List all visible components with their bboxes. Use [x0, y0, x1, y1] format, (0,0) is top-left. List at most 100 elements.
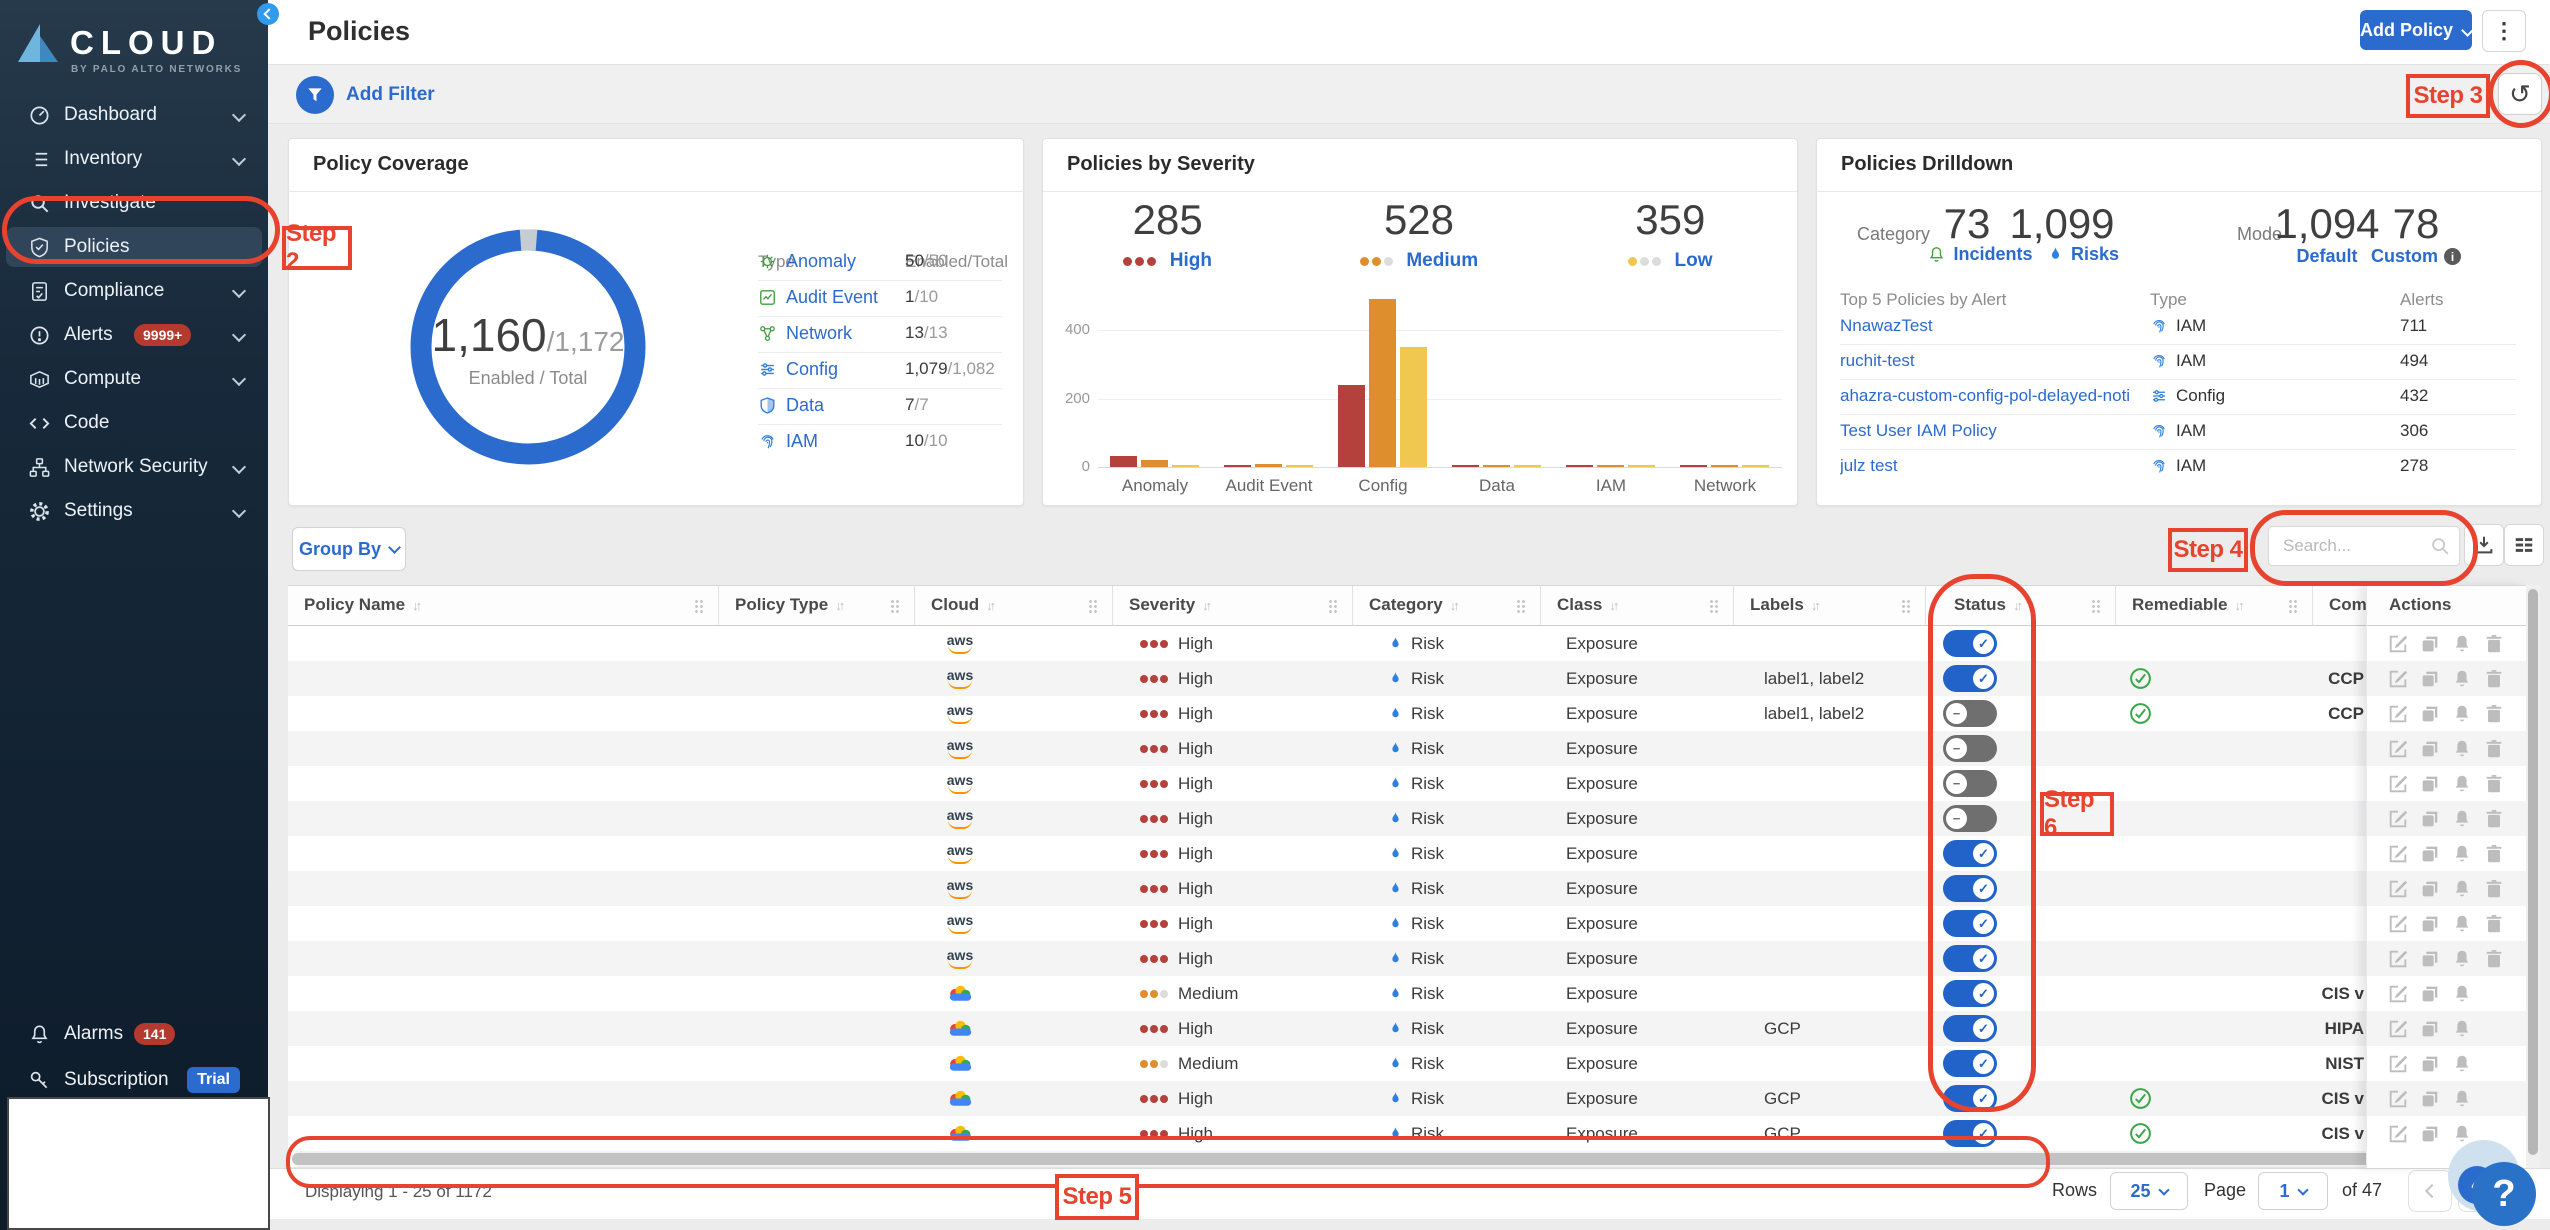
sidebar-item-dashboard[interactable]: Dashboard — [6, 95, 262, 135]
column-drag-handle[interactable] — [2288, 599, 2298, 614]
clone-icon[interactable] — [2419, 668, 2441, 690]
status-toggle[interactable]: ✓ — [1943, 1085, 1997, 1112]
policy-link[interactable]: NnawazTest — [1840, 316, 1933, 336]
edit-icon[interactable] — [2387, 633, 2409, 655]
coverage-type-link[interactable]: Anomaly — [786, 251, 856, 272]
clone-icon[interactable] — [2419, 738, 2441, 760]
sort-icon[interactable]: ↓↑ — [1202, 598, 1212, 613]
notify-bell-icon[interactable] — [2451, 948, 2473, 970]
coverage-type-link[interactable]: Data — [786, 395, 824, 416]
edit-icon[interactable] — [2387, 1088, 2409, 1110]
column-header-class[interactable]: Class ↓↑ — [1540, 585, 1733, 626]
edit-icon[interactable] — [2387, 913, 2409, 935]
edit-icon[interactable] — [2387, 843, 2409, 865]
policy-link[interactable]: ahazra-custom-config-pol-delayed-notif — [1840, 386, 2130, 406]
status-toggle[interactable]: ✓ — [1943, 665, 1997, 692]
column-settings-button[interactable] — [2504, 524, 2544, 566]
notify-bell-icon[interactable] — [2451, 668, 2473, 690]
compliance-link[interactable]: CIS v — [2278, 1116, 2364, 1151]
sort-icon[interactable]: ↓↑ — [1609, 598, 1619, 613]
status-toggle[interactable]: ✓ — [1943, 910, 1997, 937]
info-icon[interactable]: i — [2444, 248, 2461, 265]
sidebar-item-compute[interactable]: Compute — [6, 359, 262, 399]
notify-bell-icon[interactable] — [2451, 773, 2473, 795]
high-label[interactable]: High — [1170, 250, 1212, 271]
sort-icon[interactable]: ↓↑ — [1811, 598, 1821, 613]
custom-label[interactable]: Custom — [2371, 246, 2438, 267]
edit-icon[interactable] — [2387, 948, 2409, 970]
clone-icon[interactable] — [2419, 913, 2441, 935]
table-row[interactable]: aws High Risk Exposure − — [288, 766, 2526, 801]
table-row[interactable]: Medium Risk Exposure ✓ NIST — [288, 1046, 2526, 1081]
table-row[interactable]: aws High Risk Exposure ✓ — [288, 836, 2526, 871]
compliance-link[interactable]: CCP — [2278, 696, 2364, 731]
sort-icon[interactable]: ↓↑ — [2013, 598, 2023, 613]
sidebar-item-network-security[interactable]: Network Security — [6, 447, 262, 487]
table-row[interactable]: High Risk Exposure GCP ✓ HIPA — [288, 1011, 2526, 1046]
sort-icon[interactable]: ↓↑ — [835, 598, 845, 613]
sidebar-item-alarms[interactable]: Alarms 141 — [6, 1014, 262, 1054]
column-header-policy-type[interactable]: Policy Type ↓↑ — [718, 585, 914, 626]
notify-bell-icon[interactable] — [2451, 703, 2473, 725]
sidebar-item-inventory[interactable]: Inventory — [6, 139, 262, 179]
column-drag-handle[interactable] — [1709, 599, 1719, 614]
status-toggle[interactable]: ✓ — [1943, 1120, 1997, 1147]
clone-icon[interactable] — [2419, 808, 2441, 830]
sort-icon[interactable]: ↓↑ — [412, 598, 422, 613]
table-row[interactable]: Medium Risk Exposure ✓ CIS v — [288, 976, 2526, 1011]
page-select[interactable]: 1 — [2258, 1172, 2328, 1210]
column-header-remediable[interactable]: Remediable ↓↑ — [2115, 585, 2312, 626]
edit-icon[interactable] — [2387, 738, 2409, 760]
rows-per-page-select[interactable]: 25 — [2110, 1172, 2188, 1210]
table-row[interactable]: High Risk Exposure GCP ✓ CIS v — [288, 1081, 2526, 1116]
coverage-type-link[interactable]: Network — [786, 323, 852, 344]
sidebar-item-subscription[interactable]: Subscription Trial — [6, 1060, 262, 1100]
sidebar-item-settings[interactable]: Settings — [6, 491, 262, 531]
column-header-severity[interactable]: Severity ↓↑ — [1112, 585, 1352, 626]
table-row[interactable]: aws High Risk Exposure ✓ — [288, 906, 2526, 941]
edit-icon[interactable] — [2387, 703, 2409, 725]
policy-link[interactable]: ruchit-test — [1840, 351, 1915, 371]
add-policy-button[interactable]: Add Policy — [2360, 10, 2474, 50]
reset-filters-button[interactable]: ↺ — [2498, 73, 2542, 115]
notify-bell-icon[interactable] — [2451, 1018, 2473, 1040]
column-drag-handle[interactable] — [1901, 599, 1911, 614]
coverage-type-link[interactable]: IAM — [786, 431, 818, 452]
column-drag-handle[interactable] — [1328, 599, 1338, 614]
clone-icon[interactable] — [2419, 983, 2441, 1005]
edit-icon[interactable] — [2387, 808, 2409, 830]
kebab-menu-button[interactable]: ⋮ — [2482, 10, 2526, 52]
notify-bell-icon[interactable] — [2451, 913, 2473, 935]
notify-bell-icon[interactable] — [2451, 843, 2473, 865]
status-toggle[interactable]: − — [1934, 766, 2006, 801]
column-drag-handle[interactable] — [694, 599, 704, 614]
notify-bell-icon[interactable] — [2451, 1088, 2473, 1110]
delete-trash-icon[interactable] — [2483, 913, 2505, 935]
column-header-cloud[interactable]: Cloud ↓↑ — [914, 585, 1112, 626]
clone-icon[interactable] — [2419, 878, 2441, 900]
policy-link[interactable]: julz test — [1840, 456, 1898, 476]
column-header-category[interactable]: Category ↓↑ — [1352, 585, 1540, 626]
clone-icon[interactable] — [2419, 1123, 2441, 1145]
column-header-comp[interactable]: Comp — [2312, 585, 2366, 626]
column-drag-handle[interactable] — [2091, 599, 2101, 614]
table-row[interactable]: aws High Risk Exposure ✓ — [288, 626, 2526, 661]
status-toggle[interactable]: ✓ — [1943, 945, 1997, 972]
status-toggle[interactable]: ✓ — [1943, 1050, 1997, 1077]
delete-trash-icon[interactable] — [2483, 738, 2505, 760]
notify-bell-icon[interactable] — [2451, 1123, 2473, 1145]
notify-bell-icon[interactable] — [2451, 808, 2473, 830]
notify-bell-icon[interactable] — [2451, 1053, 2473, 1075]
notify-bell-icon[interactable] — [2451, 738, 2473, 760]
status-toggle[interactable]: ✓ — [1943, 630, 1997, 657]
edit-icon[interactable] — [2387, 668, 2409, 690]
delete-trash-icon[interactable] — [2483, 773, 2505, 795]
notify-bell-icon[interactable] — [2451, 878, 2473, 900]
status-toggle[interactable]: − — [1934, 696, 2006, 731]
column-drag-handle[interactable] — [1516, 599, 1526, 614]
delete-trash-icon[interactable] — [2483, 633, 2505, 655]
risks-label[interactable]: Risks — [2071, 244, 2119, 265]
search-input[interactable] — [2281, 531, 2425, 561]
compliance-link[interactable]: HIPA — [2278, 1011, 2364, 1046]
column-header-policy-name[interactable]: Policy Name ↓↑ — [288, 585, 718, 626]
